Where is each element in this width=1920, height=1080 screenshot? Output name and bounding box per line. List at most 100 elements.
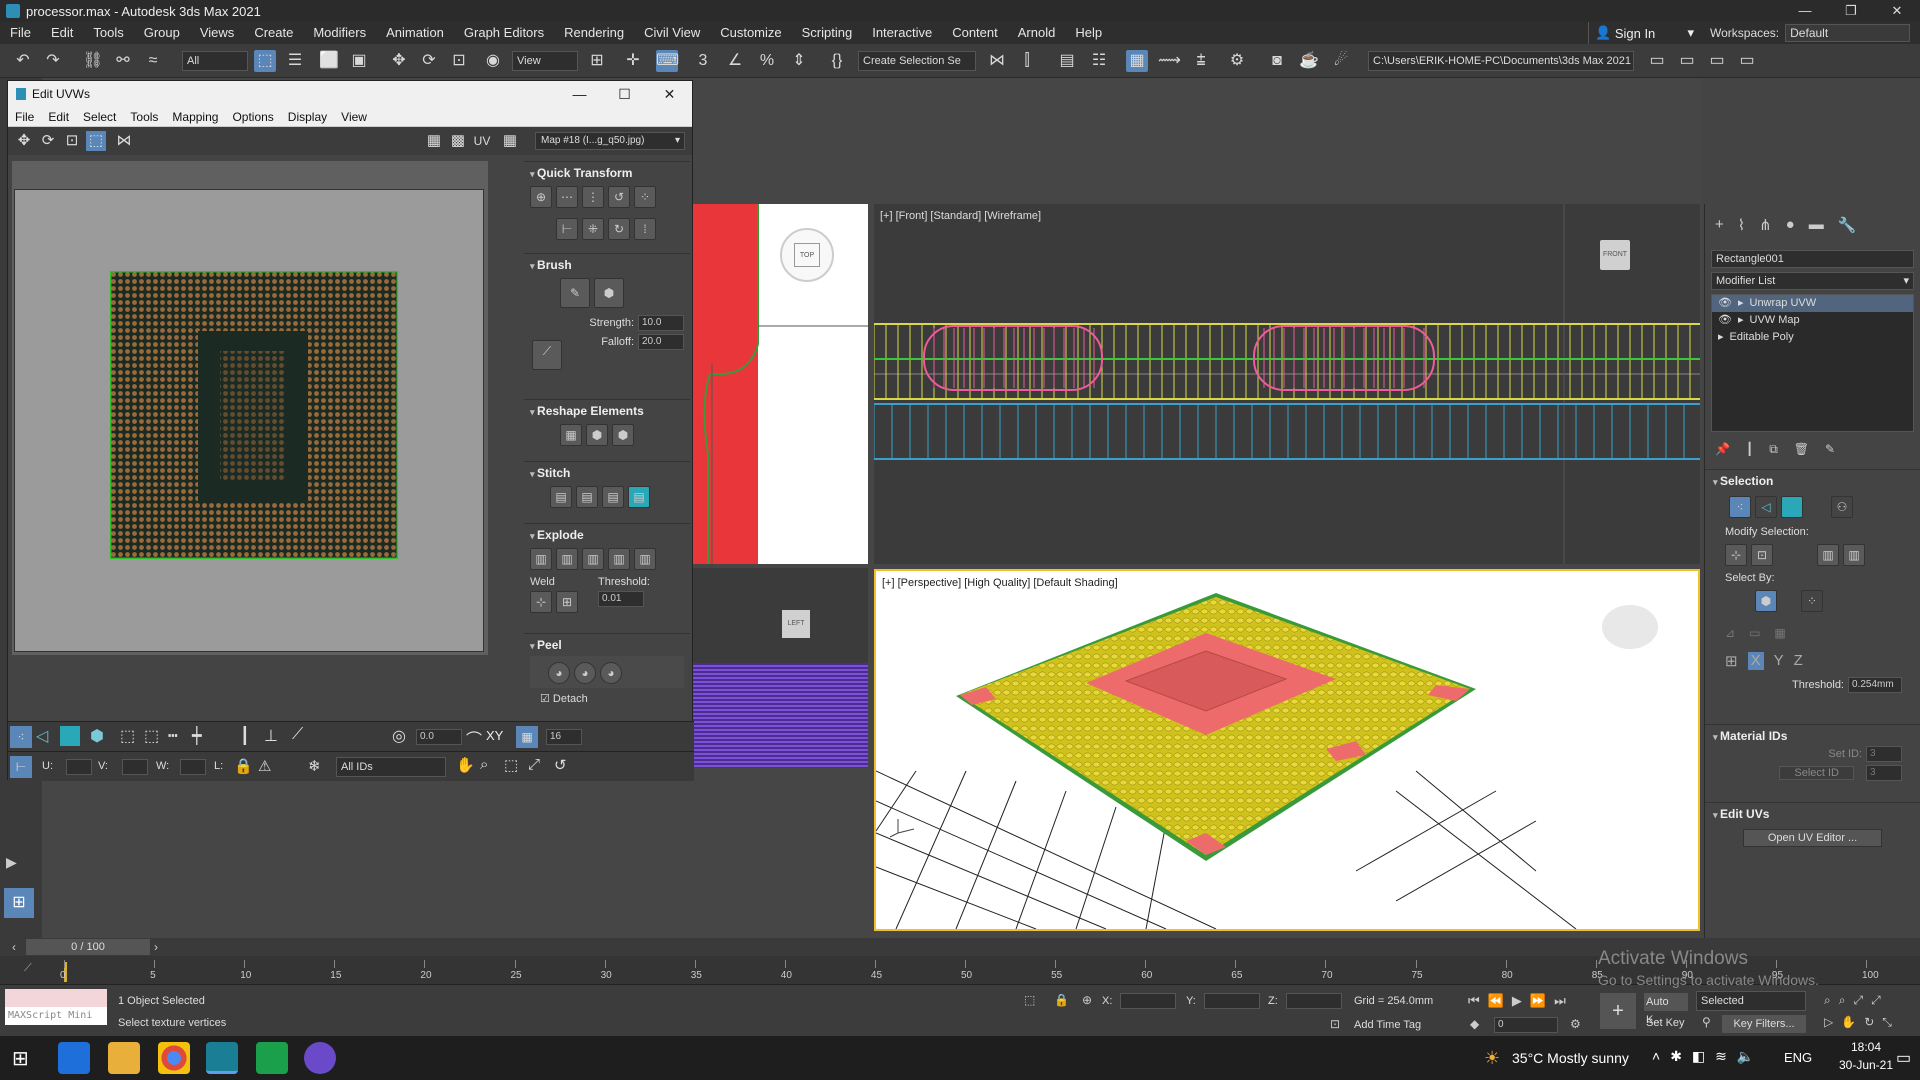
expand-icon[interactable]: ▸ bbox=[1738, 312, 1744, 329]
object-name-field[interactable]: Rectangle001 bbox=[1711, 250, 1914, 268]
select-by-planar-icon[interactable]: ▭ bbox=[1749, 626, 1760, 640]
y-axis-icon[interactable]: Y bbox=[1774, 652, 1784, 670]
uv-mirror-icon[interactable]: ⋈ bbox=[114, 131, 134, 151]
weld-selected-icon[interactable]: ⊹ bbox=[530, 591, 552, 613]
zoom-extents-all-icon[interactable]: ⤢ bbox=[1871, 993, 1889, 1007]
zoom-extents-icon[interactable]: ⤢ bbox=[528, 756, 540, 773]
falloff-curve-icon[interactable]: ⌒ bbox=[466, 726, 482, 750]
menu-edit[interactable]: Edit bbox=[41, 22, 83, 44]
brush-line-icon[interactable]: ⟋ bbox=[532, 340, 562, 370]
clock-time[interactable]: 18:04 bbox=[1838, 1040, 1894, 1054]
uv-menu-display[interactable]: Display bbox=[281, 110, 334, 124]
menu-modifiers[interactable]: Modifiers bbox=[303, 22, 376, 44]
vertex-mode-icon[interactable]: ⁖ bbox=[10, 726, 32, 748]
left-viewport[interactable]: LEFT bbox=[690, 568, 868, 768]
map-dropdown[interactable]: Map #18 (I...g_q50.jpg) ▾ bbox=[535, 132, 685, 150]
rotate-icon[interactable]: ⟳ bbox=[418, 50, 440, 72]
uv-menu-mapping[interactable]: Mapping bbox=[165, 110, 225, 124]
menu-create[interactable]: Create bbox=[244, 22, 303, 44]
pivot-icon[interactable]: ⊞ bbox=[586, 50, 608, 72]
display-tab-icon[interactable]: ▬ bbox=[1809, 216, 1824, 234]
mirror-icon[interactable]: ⋈ bbox=[986, 50, 1008, 72]
select-shrink-icon[interactable]: ⬚ bbox=[144, 726, 159, 746]
uv-menu-options[interactable]: Options bbox=[225, 110, 280, 124]
keyboard-shortcut-icon[interactable]: ⌨ bbox=[656, 50, 679, 72]
top-viewport[interactable]: TOP bbox=[690, 204, 868, 564]
undo-icon[interactable]: ↶ bbox=[12, 50, 34, 72]
rotate-view-icon[interactable]: ↺ bbox=[554, 756, 567, 774]
material-editor-icon[interactable]: ⩲ bbox=[1190, 50, 1212, 72]
grow-icon[interactable]: ⊹ bbox=[1725, 544, 1747, 566]
chrome-icon[interactable] bbox=[158, 1042, 190, 1074]
y-input[interactable] bbox=[1204, 993, 1260, 1009]
volume-icon[interactable]: 🔈 bbox=[1737, 1048, 1764, 1064]
current-frame-input[interactable]: 0 bbox=[1494, 1017, 1558, 1033]
brush-header[interactable]: Brush bbox=[530, 258, 684, 272]
space-horizontal-icon[interactable]: ⁘ bbox=[634, 186, 656, 208]
select-id-input[interactable]: 3 bbox=[1866, 765, 1902, 781]
key-filter-icon[interactable]: ⚲ bbox=[1702, 1015, 1711, 1029]
rotate-ccw-icon[interactable]: ↺ bbox=[608, 186, 630, 208]
menu-group[interactable]: Group bbox=[134, 22, 190, 44]
modify-tab-icon[interactable]: ⌇ bbox=[1738, 216, 1745, 234]
zoom-all-icon[interactable]: ⌕ bbox=[1839, 993, 1854, 1007]
ring-select-icon[interactable]: ▥ bbox=[1843, 544, 1865, 566]
align-corner-icon[interactable]: ⊢ bbox=[556, 218, 578, 240]
reshape-header[interactable]: Reshape Elements bbox=[530, 404, 684, 418]
stack-item-uvw-map[interactable]: 👁 ▸ UVW Map bbox=[1712, 312, 1913, 329]
x-input[interactable] bbox=[1120, 993, 1176, 1009]
face-mode-icon[interactable] bbox=[60, 726, 80, 746]
menu-file[interactable]: File bbox=[0, 22, 41, 44]
detach-checkbox[interactable]: ☑ bbox=[540, 693, 553, 705]
modifier-list-dropdown[interactable]: Modifier List ▾ bbox=[1711, 272, 1914, 290]
curve-editor-icon[interactable]: ▦ bbox=[1126, 50, 1148, 72]
threshold-input[interactable]: 0.01 bbox=[598, 591, 644, 607]
viewcube-top[interactable]: TOP bbox=[780, 228, 834, 282]
selection-header[interactable]: Selection bbox=[1713, 474, 1912, 488]
uv-menu-select[interactable]: Select bbox=[76, 110, 123, 124]
viewcube-left[interactable]: LEFT bbox=[782, 610, 810, 638]
key-filters-button[interactable]: Key Filters... bbox=[1722, 1015, 1806, 1033]
menu-interactive[interactable]: Interactive bbox=[862, 22, 942, 44]
network-icon[interactable]: ◧ bbox=[1692, 1048, 1715, 1064]
hide-icon[interactable]: ⚠ bbox=[258, 757, 271, 775]
ids-dropdown[interactable]: All IDs bbox=[336, 757, 446, 777]
soft-select-value[interactable]: 0.0 bbox=[416, 729, 462, 745]
open-uv-editor-button[interactable]: Open UV Editor ... bbox=[1743, 829, 1882, 847]
explode-flatten-icon[interactable]: ▥ bbox=[634, 548, 656, 570]
quick-transform-header[interactable]: Quick Transform bbox=[530, 166, 684, 180]
align-icon[interactable]: ⫿ bbox=[1016, 50, 1038, 72]
render-activeshade-icon[interactable]: ☄ bbox=[1330, 50, 1352, 72]
xy-toggle[interactable]: XY bbox=[486, 728, 503, 743]
strength-input[interactable]: 10.0 bbox=[638, 315, 684, 331]
zoom-icon[interactable]: ⌕ bbox=[480, 756, 488, 773]
material-ids-header[interactable]: Material IDs bbox=[1713, 729, 1912, 743]
select-grow-icon[interactable]: ⬚ bbox=[120, 726, 135, 746]
time-config-icon[interactable]: ⚙ bbox=[1570, 1017, 1581, 1031]
weather-text[interactable]: 35°C Mostly sunny bbox=[1512, 1050, 1629, 1066]
wifi-icon[interactable]: ≋ bbox=[1715, 1048, 1737, 1064]
uv-menu-file[interactable]: File bbox=[8, 110, 41, 124]
placement-icon[interactable]: ◉ bbox=[482, 50, 504, 72]
face-subobject-icon[interactable] bbox=[1781, 496, 1803, 518]
prev-frame-icon[interactable]: ‹ bbox=[12, 940, 16, 954]
previous-key-icon[interactable]: ⏪ bbox=[1488, 993, 1512, 1008]
pan-icon[interactable]: ✋ bbox=[1841, 1015, 1864, 1029]
remove-modifier-icon[interactable]: 🗑 bbox=[1794, 442, 1809, 457]
file-explorer-icon[interactable] bbox=[108, 1042, 140, 1074]
zoom-region-icon[interactable]: ⬚ bbox=[504, 756, 518, 774]
ring-icon[interactable]: ┿ bbox=[192, 726, 202, 746]
minimize-button[interactable]: — bbox=[1782, 0, 1828, 22]
time-slider-thumb[interactable]: 0 / 100 bbox=[26, 939, 150, 955]
pin-stack-icon[interactable]: 📌 bbox=[1715, 442, 1730, 457]
explode-to-smoothing-icon[interactable]: ▥ bbox=[582, 548, 604, 570]
z-axis-icon[interactable]: Z bbox=[1794, 652, 1803, 670]
stitch-average-icon[interactable]: ▤ bbox=[602, 486, 624, 508]
play-icon[interactable]: ▶ bbox=[6, 854, 26, 874]
element-mode-icon[interactable]: ⬢ bbox=[90, 726, 104, 746]
green-app-icon[interactable] bbox=[256, 1042, 288, 1074]
menu-content[interactable]: Content bbox=[942, 22, 1008, 44]
uv-scale-icon[interactable]: ⊡ bbox=[62, 131, 82, 151]
select-by-angle-icon[interactable]: ⊿ bbox=[1725, 626, 1735, 640]
render-production-icon[interactable]: ☕ bbox=[1298, 50, 1320, 72]
